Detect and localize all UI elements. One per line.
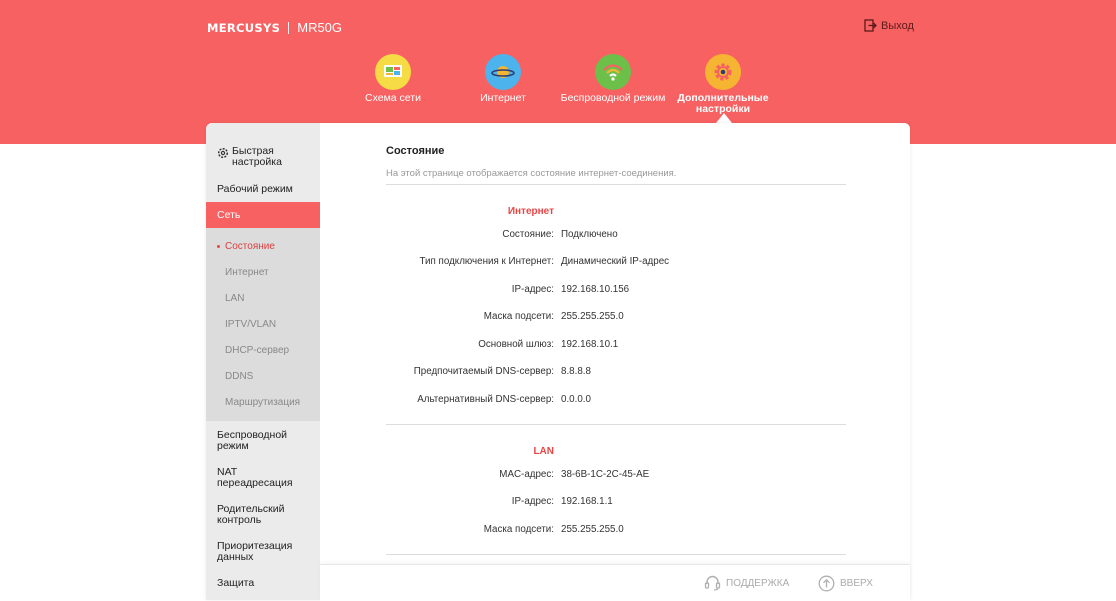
sidebar-item-label: Родительский контроль [217, 503, 285, 526]
nav-internet[interactable]: Интернет [448, 54, 558, 104]
wan-ip-label: IP-адрес: [511, 284, 554, 295]
connection-type-label: Тип подключения к Интернет: [419, 256, 555, 267]
brand-divider [288, 21, 290, 34]
nav-label: Интернет [480, 92, 526, 104]
sidebar-item-wireless[interactable]: Беспроводной режим [206, 429, 288, 452]
top-label: ВВЕРХ [840, 578, 873, 589]
lan-ip-value: 192.168.1.1 [561, 496, 613, 507]
submenu-item-internet[interactable]: Интернет [225, 267, 269, 278]
internet-section-title: Интернет [507, 206, 554, 217]
nav-label: Дополнительные настройки [677, 92, 769, 115]
lan-subnet-value: 255.255.255.0 [561, 524, 624, 535]
arrow-up-icon [818, 575, 835, 592]
divider [386, 554, 846, 555]
quick-setup-gear-icon [217, 147, 229, 159]
wifi-icon [595, 54, 631, 90]
lan-section-title: LAN [533, 446, 554, 457]
nav-network-map[interactable]: Схема сети [338, 54, 448, 104]
network-map-icon [375, 54, 411, 90]
sidebar-item-label: Быстрая настройка [232, 145, 282, 168]
main-content: Состояние На этой странице отображается … [320, 123, 910, 600]
submenu-item-ddns[interactable]: DDNS [225, 371, 253, 382]
nav-label: Беспроводной режим [560, 92, 666, 104]
internet-status-value: Подключено [561, 229, 618, 240]
primary-dns-value: 8.8.8.8 [561, 366, 591, 377]
network-submenu: Состояние Интернет LAN IPTV/VLAN DHCP-се… [206, 228, 320, 421]
submenu-item-status[interactable]: Состояние [225, 241, 275, 252]
sidebar-item-quick-setup[interactable]: Быстрая настройка [206, 146, 320, 168]
sidebar-item-qos[interactable]: Приоритезация данных [206, 541, 320, 563]
lan-ip-label: IP-адрес: [511, 496, 554, 507]
nav-advanced[interactable]: Дополнительные настройки [668, 54, 778, 115]
sidebar-item-label: Приоритезация данных [217, 540, 293, 563]
sidebar-item-work-mode[interactable]: Рабочий режим [206, 184, 320, 195]
support-label: ПОДДЕРЖКА [726, 577, 790, 589]
gear-icon [705, 54, 741, 90]
sidebar-item-label: Сеть [217, 209, 241, 221]
sidebar-item-label: Беспроводной режим [217, 429, 288, 452]
content-card: Быстрая настройка Рабочий режим Сеть Сос… [206, 123, 910, 600]
footer-bar: ПОДДЕРЖКА ВВЕРХ [320, 564, 910, 601]
primary-dns-label: Предпочитаемый DNS-сервер: [413, 366, 554, 377]
sidebar-item-security[interactable]: Защита [206, 578, 320, 589]
sidebar-item-label: NAT переадресация [217, 466, 293, 489]
logout-button[interactable]: Выход [864, 19, 914, 32]
active-dot [217, 245, 220, 248]
back-to-top-button[interactable]: ВВЕРХ [818, 575, 873, 592]
submenu-item-iptv-vlan[interactable]: IPTV/VLAN [225, 319, 276, 330]
headset-icon [704, 575, 721, 591]
wan-ip-value: 192.168.10.156 [561, 284, 630, 295]
submenu-item-dhcp-server[interactable]: DHCP-сервер [225, 345, 289, 356]
gateway-value: 192.168.10.1 [561, 339, 619, 350]
submenu-item-routing[interactable]: Маршрутизация [225, 397, 300, 408]
page-description: На этой странице отображается состояние … [386, 168, 677, 179]
sidebar-item-label: Рабочий режим [217, 183, 293, 195]
lan-subnet-label: Маска подсети: [483, 524, 554, 535]
nav-label: Схема сети [365, 92, 421, 104]
gateway-label: Основной шлюз: [478, 339, 554, 350]
submenu-item-lan[interactable]: LAN [225, 293, 244, 304]
connection-type-value: Динамический IP-адрес [561, 256, 670, 267]
planet-icon [485, 54, 521, 90]
internet-status-label: Состояние: [502, 229, 554, 240]
logout-label: Выход [881, 19, 914, 32]
sidebar-item-parental-control[interactable]: Родительский контроль [206, 504, 320, 526]
secondary-dns-value: 0.0.0.0 [561, 394, 591, 405]
brand: MERCUSYS MR50G [207, 20, 342, 35]
brand-logo: MERCUSYS [207, 20, 281, 35]
nav-wireless[interactable]: Беспроводной режим [558, 54, 668, 104]
mac-address-label: MAC-адрес: [499, 469, 554, 480]
divider [386, 424, 846, 425]
mac-address-value: 38-6B-1C-2C-45-AE [561, 469, 650, 480]
wan-subnet-label: Маска подсети: [483, 311, 554, 322]
page-title: Состояние [386, 145, 445, 157]
sidebar-item-nat[interactable]: NAT переадресация [206, 467, 296, 489]
active-tab-pointer [716, 113, 732, 123]
logout-icon [864, 19, 877, 32]
secondary-dns-label: Альтернативный DNS-сервер: [417, 394, 554, 405]
model-name: MR50G [297, 20, 343, 35]
sidebar: Быстрая настройка Рабочий режим Сеть Сос… [206, 123, 320, 600]
sidebar-item-label: Защита [217, 577, 255, 589]
sidebar-item-network[interactable]: Сеть [206, 202, 320, 228]
wan-subnet-value: 255.255.255.0 [561, 311, 624, 322]
divider [386, 184, 846, 185]
support-button[interactable]: ПОДДЕРЖКА [704, 575, 789, 591]
